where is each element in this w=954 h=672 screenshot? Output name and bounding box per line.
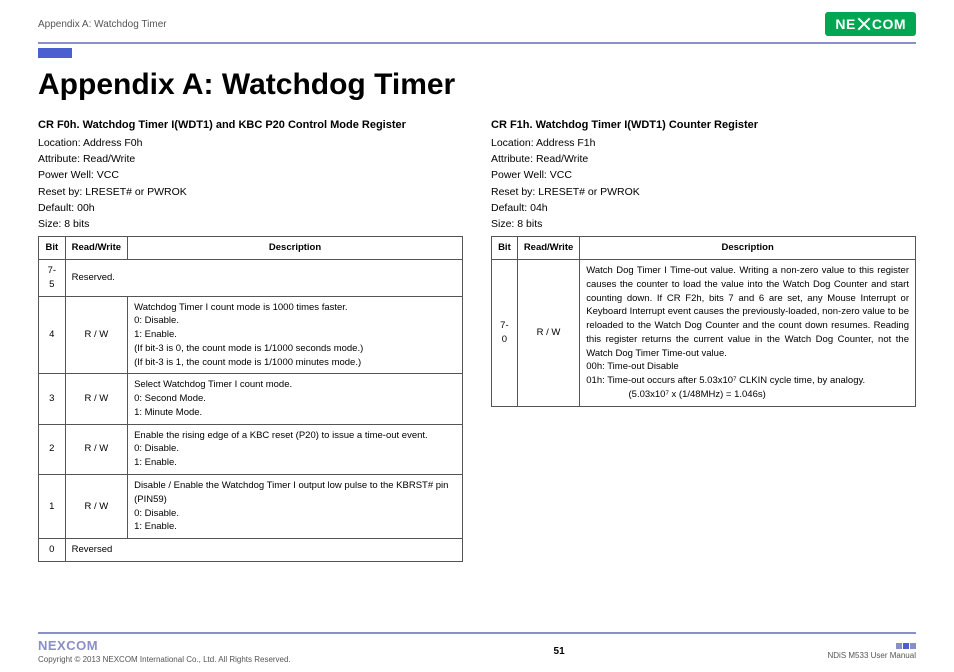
cell-desc: Watch Dog Timer I Time-out value. Writin… [580,260,916,407]
th-bit: Bit [492,237,518,260]
cell-rw: R / W [65,474,127,538]
table-row: 2R / WEnable the rising edge of a KBC re… [39,424,463,474]
page-number: 51 [554,646,565,657]
register-heading: CR F0h. Watchdog Timer I(WDT1) and KBC P… [38,118,463,134]
cell-rw: R / W [517,260,579,407]
meta-line: Default: 00h [38,201,463,216]
table-row: 0Reversed [39,539,463,562]
page-title: Appendix A: Watchdog Timer [38,68,916,102]
cell-bit: 7-5 [39,260,66,297]
doc-title: NDiS M533 User Manual [828,651,916,660]
page-footer: NEXCOM Copyright © 2013 NEXCOM Internati… [0,632,954,672]
table-row: 3R / WSelect Watchdog Timer I count mode… [39,374,463,424]
meta-line: Size: 8 bits [491,217,916,232]
meta-line: Size: 8 bits [38,217,463,232]
th-desc: Description [128,237,463,260]
meta-line: Reset by: LRESET# or PWROK [38,185,463,200]
meta-line: Power Well: VCC [491,168,916,183]
cell-desc: Watchdog Timer I count mode is 1000 time… [128,296,463,374]
cell-rw: Reserved. [65,260,462,297]
register-meta: Location: Address F1hAttribute: Read/Wri… [491,136,916,232]
copyright-text: Copyright © 2013 NEXCOM International Co… [38,655,291,664]
footer-logo: NEXCOM [38,638,291,653]
cell-bit: 4 [39,296,66,374]
meta-line: Location: Address F0h [38,136,463,151]
meta-line: Reset by: LRESET# or PWROK [491,185,916,200]
table-row: 1R / WDisable / Enable the Watchdog Time… [39,474,463,538]
meta-line: Default: 04h [491,201,916,216]
cell-bit: 7-0 [492,260,518,407]
th-desc: Description [580,237,916,260]
cell-desc: Enable the rising edge of a KBC reset (P… [128,424,463,474]
register-meta: Location: Address F0hAttribute: Read/Wri… [38,136,463,232]
th-rw: Read/Write [517,237,579,260]
right-column: CR F1h. Watchdog Timer I(WDT1) Counter R… [491,118,916,562]
brand-logo: NECOM [825,12,916,36]
register-table: Bit Read/Write Description 7-0R / WWatch… [491,236,916,406]
cell-desc: Select Watchdog Timer I count mode.0: Se… [128,374,463,424]
register-table: Bit Read/Write Description 7-5Reserved.4… [38,236,463,562]
cell-bit: 3 [39,374,66,424]
cell-rw: Reversed [65,539,462,562]
cell-rw: R / W [65,424,127,474]
page-header: Appendix A: Watchdog Timer NECOM [0,0,954,42]
header-section: Appendix A: Watchdog Timer [38,19,167,30]
meta-line: Attribute: Read/Write [491,152,916,167]
meta-line: Location: Address F1h [491,136,916,151]
th-bit: Bit [39,237,66,260]
cell-rw: R / W [65,374,127,424]
left-column: CR F0h. Watchdog Timer I(WDT1) and KBC P… [38,118,463,562]
meta-line: Attribute: Read/Write [38,152,463,167]
table-row: 7-0R / WWatch Dog Timer I Time-out value… [492,260,916,407]
table-row: 7-5Reserved. [39,260,463,297]
meta-line: Power Well: VCC [38,168,463,183]
cell-desc: Disable / Enable the Watchdog Timer I ou… [128,474,463,538]
header-rule [38,42,916,44]
cell-bit: 2 [39,424,66,474]
cell-bit: 0 [39,539,66,562]
main-content: Appendix A: Watchdog Timer CR F0h. Watch… [0,68,954,562]
x-icon [857,17,871,31]
footer-ornament [896,643,916,649]
register-heading: CR F1h. Watchdog Timer I(WDT1) Counter R… [491,118,916,134]
table-row: 4R / WWatchdog Timer I count mode is 100… [39,296,463,374]
cell-bit: 1 [39,474,66,538]
th-rw: Read/Write [65,237,127,260]
footer-rule [38,632,916,634]
accent-bar [38,48,72,58]
cell-rw: R / W [65,296,127,374]
